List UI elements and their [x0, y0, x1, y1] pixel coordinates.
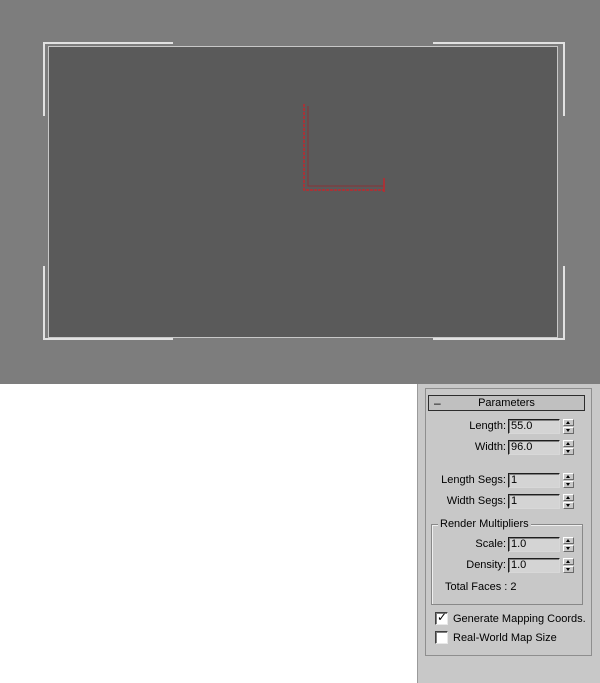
checkmark-icon: ✓ — [437, 610, 448, 624]
spin-up-icon[interactable] — [563, 419, 574, 426]
render-multipliers-title: Render Multipliers — [438, 518, 531, 531]
real-world-map-size-checkbox[interactable] — [435, 631, 448, 644]
width-segs-field[interactable]: 1 — [508, 494, 560, 509]
density-label: Density: — [466, 559, 506, 571]
length-segs-label: Length Segs: — [441, 474, 506, 486]
width-spinner[interactable] — [563, 440, 574, 455]
real-world-map-size-label[interactable]: Real-World Map Size — [453, 631, 557, 645]
scale-label: Scale: — [475, 538, 506, 550]
width-label: Width: — [474, 441, 506, 453]
scale-field[interactable]: 1.0 — [508, 537, 560, 552]
spin-up-icon[interactable] — [563, 537, 574, 544]
density-spinner[interactable] — [563, 558, 574, 573]
spin-up-icon[interactable] — [563, 558, 574, 565]
selection-bracket-icon — [303, 104, 385, 192]
parameters-rollout-header[interactable]: – Parameters — [428, 395, 585, 411]
frame-corner-top-left — [43, 42, 173, 116]
rollout-title: Parameters — [478, 397, 535, 409]
spin-down-icon[interactable] — [563, 545, 574, 552]
width-field[interactable]: 96.0 — [508, 440, 560, 455]
length-segs-field[interactable]: 1 — [508, 473, 560, 488]
spin-down-icon[interactable] — [563, 448, 574, 455]
width-segs-label: Width Segs: — [446, 495, 506, 507]
scale-spinner[interactable] — [563, 537, 574, 552]
length-label: Length: — [469, 420, 506, 432]
frame-corner-bottom-left — [43, 266, 173, 340]
length-spinner[interactable] — [563, 419, 574, 434]
frame-corner-top-right — [433, 42, 565, 116]
width-segs-spinner[interactable] — [563, 494, 574, 509]
generate-mapping-label[interactable]: Generate Mapping Coords. — [453, 612, 586, 626]
frame-corner-bottom-right — [433, 266, 565, 340]
spin-up-icon[interactable] — [563, 440, 574, 447]
spin-down-icon[interactable] — [563, 502, 574, 509]
spin-down-icon[interactable] — [563, 481, 574, 488]
spin-down-icon[interactable] — [563, 566, 574, 573]
spin-down-icon[interactable] — [563, 427, 574, 434]
length-segs-spinner[interactable] — [563, 473, 574, 488]
spin-up-icon[interactable] — [563, 494, 574, 501]
generate-mapping-checkbox[interactable]: ✓ — [435, 610, 448, 625]
density-field[interactable]: 1.0 — [508, 558, 560, 573]
spin-up-icon[interactable] — [563, 473, 574, 480]
length-field[interactable]: 55.0 — [508, 419, 560, 434]
perspective-viewport[interactable] — [0, 0, 600, 384]
total-faces-readout: Total Faces : 2 — [445, 581, 517, 593]
